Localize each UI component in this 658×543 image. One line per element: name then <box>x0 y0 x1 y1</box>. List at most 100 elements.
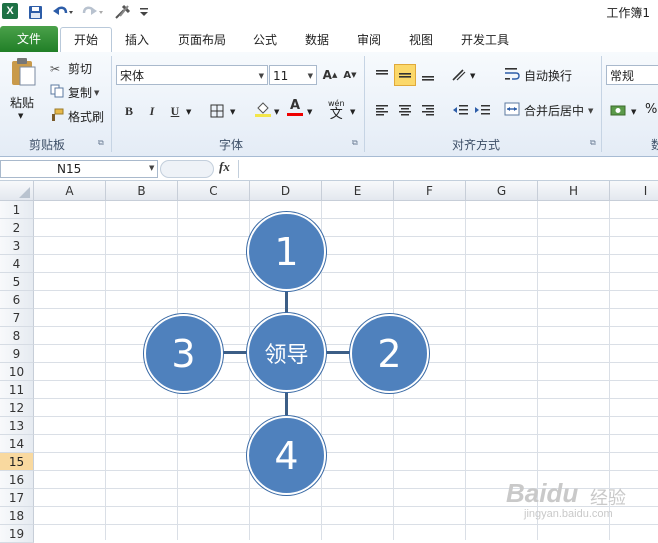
merge-dropdown-icon[interactable]: ▼ <box>588 107 593 115</box>
redo-icon[interactable] <box>80 3 106 21</box>
tab-developer[interactable]: 开发工具 <box>452 29 518 51</box>
fill-color-icon[interactable] <box>252 98 274 120</box>
paste-dropdown-icon[interactable]: ▼ <box>18 112 23 120</box>
row-header-5[interactable]: 5 <box>0 273 34 291</box>
row-header-1[interactable]: 1 <box>0 201 34 219</box>
column-header-a[interactable]: A <box>34 181 106 201</box>
percent-button[interactable]: % <box>645 102 657 117</box>
row-header-13[interactable]: 13 <box>0 417 34 435</box>
orientation-icon[interactable] <box>448 64 470 86</box>
paste-button[interactable]: 粘贴 <box>10 94 34 111</box>
connector-line-top[interactable] <box>285 289 288 314</box>
underline-dropdown-icon[interactable]: ▼ <box>186 108 191 116</box>
row-header-8[interactable]: 8 <box>0 327 34 345</box>
connector-line-bottom[interactable] <box>285 391 288 415</box>
undo-icon[interactable] <box>50 3 76 21</box>
row-header-9[interactable]: 9 <box>0 345 34 363</box>
save-icon[interactable] <box>26 3 44 21</box>
row-header-15[interactable]: 15 <box>0 453 34 471</box>
copy-dropdown-icon[interactable]: ▼ <box>94 89 99 97</box>
row-header-18[interactable]: 18 <box>0 507 34 525</box>
row-header-17[interactable]: 17 <box>0 489 34 507</box>
fill-color-dropdown-icon[interactable]: ▼ <box>274 108 279 116</box>
row-header-3[interactable]: 3 <box>0 237 34 255</box>
clipboard-launcher-icon[interactable]: ⧉ <box>98 138 104 148</box>
orientation-dropdown-icon[interactable]: ▼ <box>470 72 475 80</box>
format-painter-button[interactable]: 格式刷 <box>50 108 104 125</box>
column-header-e[interactable]: E <box>322 181 394 201</box>
diagram-node-3[interactable]: 3 <box>144 314 223 393</box>
align-middle-icon[interactable] <box>394 64 416 86</box>
decrease-indent-icon[interactable] <box>450 99 472 121</box>
row-header-4[interactable]: 4 <box>0 255 34 273</box>
connector-line-right[interactable] <box>324 351 352 354</box>
row-header-7[interactable]: 7 <box>0 309 34 327</box>
grow-font-icon[interactable]: A ▲ <box>319 64 341 86</box>
customize-toolbar-icon[interactable] <box>138 3 150 21</box>
formula-input[interactable] <box>238 160 658 178</box>
tab-formulas[interactable]: 公式 <box>244 29 286 51</box>
align-top-icon[interactable] <box>371 64 393 86</box>
paste-icon[interactable] <box>6 56 40 88</box>
row-header-10[interactable]: 10 <box>0 363 34 381</box>
increase-indent-icon[interactable] <box>472 99 494 121</box>
column-header-d[interactable]: D <box>250 181 322 201</box>
column-header-h[interactable]: H <box>538 181 610 201</box>
diagram-node-2[interactable]: 2 <box>350 314 429 393</box>
diagram-node-4[interactable]: 4 <box>247 416 326 495</box>
font-color-dropdown-icon[interactable]: ▼ <box>307 108 312 116</box>
formula-bar-resize-handle[interactable] <box>160 160 214 178</box>
wrap-text-button[interactable]: 自动换行 <box>504 67 572 84</box>
align-center-icon[interactable] <box>394 99 416 121</box>
tab-review[interactable]: 审阅 <box>348 29 390 51</box>
tab-file[interactable]: 文件 <box>0 26 58 52</box>
column-header-g[interactable]: G <box>466 181 538 201</box>
bold-button[interactable]: B <box>118 100 140 122</box>
font-launcher-icon[interactable]: ⧉ <box>352 138 358 148</box>
row-header-14[interactable]: 14 <box>0 435 34 453</box>
font-name-select[interactable]: 宋体 ▼ <box>116 65 268 85</box>
diagram-node-1[interactable]: 1 <box>247 212 326 291</box>
align-left-icon[interactable] <box>371 99 393 121</box>
font-color-icon[interactable]: A <box>284 96 306 118</box>
merge-center-button[interactable]: 合并后居中 ▼ <box>504 102 593 119</box>
tab-view[interactable]: 视图 <box>400 29 442 51</box>
row-header-6[interactable]: 6 <box>0 291 34 309</box>
tab-home[interactable]: 开始 <box>60 27 112 54</box>
cut-button[interactable]: ✂ 剪切 <box>50 60 92 77</box>
row-header-19[interactable]: 19 <box>0 525 34 543</box>
column-header-f[interactable]: F <box>394 181 466 201</box>
align-bottom-icon[interactable] <box>417 64 439 86</box>
diagram-center-node[interactable]: 领导 <box>247 313 326 392</box>
column-header-c[interactable]: C <box>178 181 250 201</box>
tab-insert[interactable]: 插入 <box>116 29 158 51</box>
select-all-corner[interactable] <box>0 181 34 201</box>
shrink-font-icon[interactable]: A ▼ <box>339 64 361 86</box>
accounting-dropdown-icon[interactable]: ▼ <box>631 108 636 116</box>
row-header-12[interactable]: 12 <box>0 399 34 417</box>
borders-dropdown-icon[interactable]: ▼ <box>230 108 235 116</box>
accounting-format-icon[interactable] <box>608 99 630 121</box>
tab-page-layout[interactable]: 页面布局 <box>168 29 236 51</box>
borders-icon[interactable] <box>206 100 228 122</box>
column-header-i[interactable]: I <box>610 181 658 201</box>
underline-button[interactable]: U <box>164 100 186 122</box>
number-format-select[interactable]: 常规 <box>606 65 658 85</box>
align-right-icon[interactable] <box>417 99 439 121</box>
chevron-down-icon[interactable]: ▼ <box>149 164 154 172</box>
insert-function-button[interactable]: fx <box>219 159 230 175</box>
row-header-11[interactable]: 11 <box>0 381 34 399</box>
connector-line-left[interactable] <box>219 351 249 354</box>
phonetic-dropdown-icon[interactable]: ▼ <box>350 108 355 116</box>
phonetic-guide-button[interactable]: wén 文 <box>328 98 345 121</box>
alignment-launcher-icon[interactable]: ⧉ <box>590 138 596 148</box>
row-header-2[interactable]: 2 <box>0 219 34 237</box>
name-box[interactable]: N15 ▼ <box>0 160 158 178</box>
copy-button[interactable]: 复制 ▼ <box>50 84 99 101</box>
tab-data[interactable]: 数据 <box>296 29 338 51</box>
excel-logo-icon[interactable]: X <box>2 3 18 19</box>
tools-icon[interactable] <box>112 3 136 21</box>
font-size-select[interactable]: 11 ▼ <box>269 65 317 85</box>
column-header-b[interactable]: B <box>106 181 178 201</box>
row-header-16[interactable]: 16 <box>0 471 34 489</box>
